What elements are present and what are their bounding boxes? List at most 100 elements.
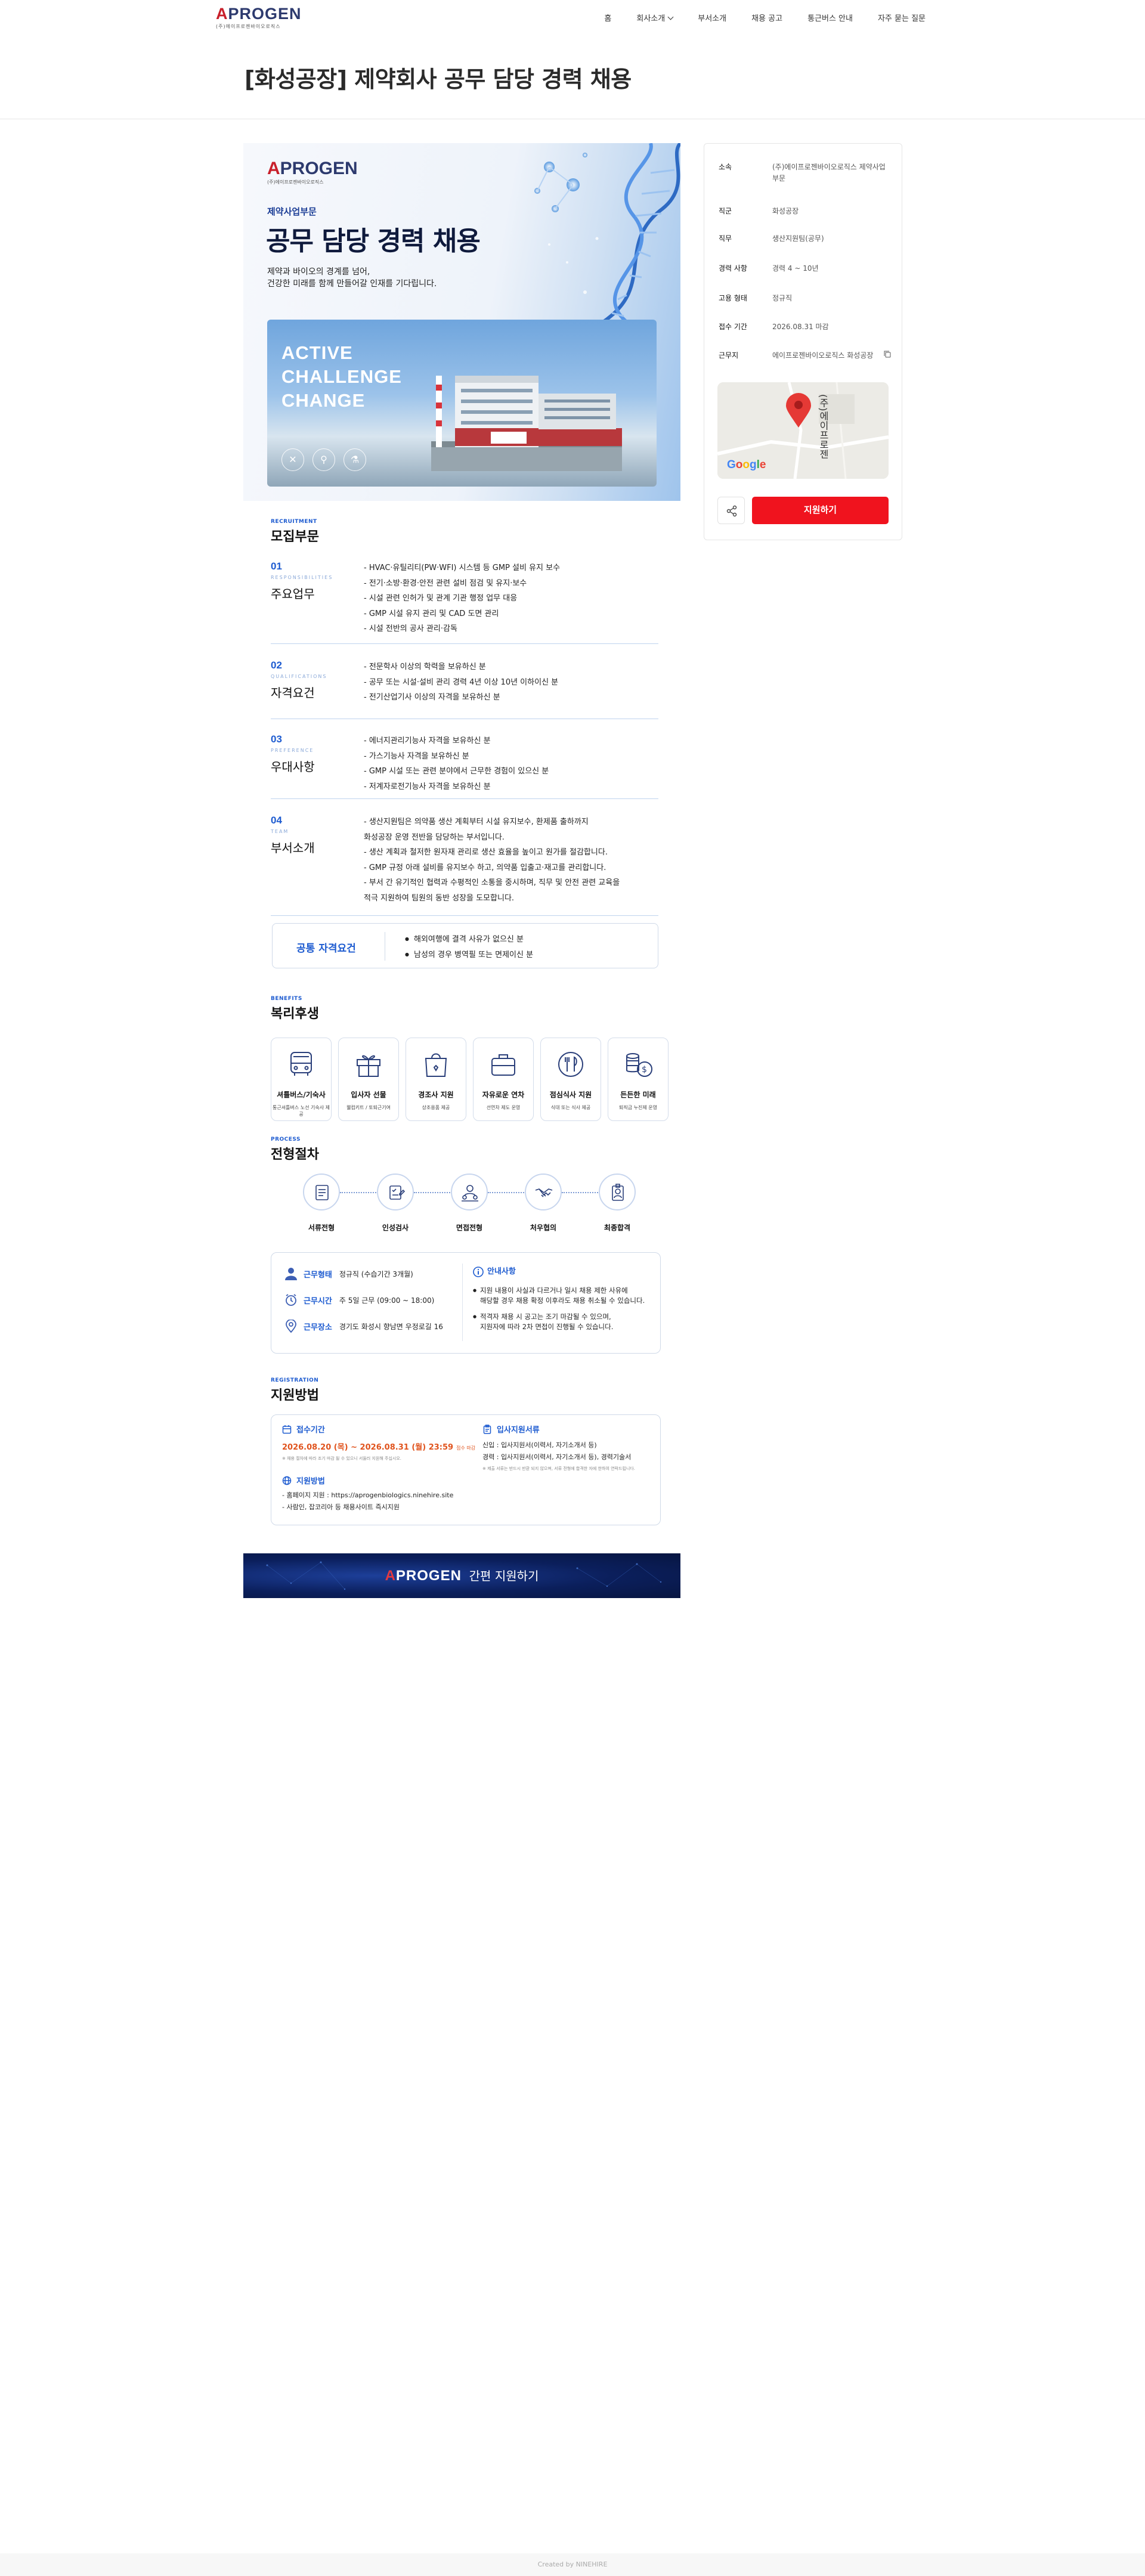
step-label: 서류전형 bbox=[308, 1224, 335, 1232]
calendar-icon bbox=[282, 1425, 292, 1433]
map-pin-label: (주)에이프로젠 bbox=[818, 394, 829, 459]
nav-faq[interactable]: 자주 묻는 질문 bbox=[878, 12, 926, 23]
factory-photo: ACTIVE CHALLENGE CHANGE ✕ ⚲ ⚗ bbox=[267, 320, 657, 487]
google-logo: Google bbox=[727, 459, 766, 471]
list-item: 화성공장 운영 전반을 담당하는 부서입니다. bbox=[364, 832, 505, 842]
hero-logo-subtitle: (주)에이프로젠바이오로직스 bbox=[267, 179, 324, 185]
documents-block: 입사지원서류 신입 : 입사지원서(이력서, 자기소개서 등) 경력 : 입사지… bbox=[482, 1423, 655, 1472]
period-tiny-note: ※ 채용 절차에 따라 조기 마감 될 수 있으니 서둘러 지원해 주십시오. bbox=[282, 1456, 402, 1461]
location-map[interactable]: (주)에이프로젠 Google bbox=[717, 382, 889, 479]
section-title: 지원방법 bbox=[271, 1388, 319, 1403]
section-title: 모집부문 bbox=[271, 530, 319, 544]
gift-bag-icon bbox=[425, 1053, 447, 1077]
svg-text:$: $ bbox=[642, 1065, 647, 1075]
block-number: 04 bbox=[271, 815, 282, 826]
info-value: 경력 4 ~ 10년 bbox=[772, 264, 819, 273]
copy-icon[interactable] bbox=[883, 350, 892, 358]
documents-tiny-note: ※ 제출 서류는 반드시 반환 되지 않으며, 서류 전형에 합격한 자에 한하… bbox=[482, 1466, 635, 1471]
banner-brand: APROGEN bbox=[385, 1568, 462, 1584]
hero-section: APROGEN (주)에이프로젠바이오로직스 제약사업부문 공무 담당 경력 채… bbox=[243, 143, 680, 501]
benefit-subtitle: 상조용품 제공 bbox=[422, 1105, 450, 1110]
chevron-down-icon[interactable] bbox=[667, 14, 674, 20]
documents-label: 입사지원서류 bbox=[497, 1426, 540, 1435]
benefit-title: 든든한 미래 bbox=[620, 1091, 656, 1099]
nav-home[interactable]: 홈 bbox=[604, 12, 611, 23]
info-value: 생산지원팀(공무) bbox=[772, 234, 824, 243]
step-circle bbox=[303, 1174, 340, 1210]
section-tag: PROCESS bbox=[271, 1137, 301, 1143]
block-number: 02 bbox=[271, 660, 282, 671]
step-circle bbox=[451, 1174, 488, 1210]
map-pin-icon bbox=[786, 393, 811, 428]
company-logo[interactable]: APROGEN (주)에이프로젠바이오로직스 bbox=[216, 5, 302, 30]
benefit-card: 셔틀버스/기숙사 통근셔틀버스 노선 기숙사 제공 bbox=[271, 1038, 332, 1121]
main-nav: 홈 회사소개 부서소개 채용 공고 통근버스 안내 자주 묻는 질문 bbox=[604, 12, 926, 23]
benefit-subtitle: 통근셔틀버스 노선 기숙사 제공 bbox=[273, 1105, 330, 1117]
nav-jobs[interactable]: 채용 공고 bbox=[751, 12, 782, 23]
globe-icon bbox=[282, 1476, 292, 1485]
method-heading: 지원방법 bbox=[282, 1475, 479, 1486]
molecule-icon: ✕ bbox=[281, 448, 304, 471]
info-icon bbox=[473, 1266, 484, 1277]
application-section: REGISTRATION 지원방법 접수기간 2026.08.20 (목) ~ … bbox=[271, 1377, 664, 1525]
info-value: 정규직 bbox=[772, 294, 793, 302]
info-value: 화성공장 bbox=[772, 207, 799, 215]
process-section: PROCESS 전형절차 서류전형 인성검사 면접전형 처우협의 최종합격 bbox=[271, 1137, 664, 1232]
hero-desc-line2: 건강한 미래를 함께 만들어갈 인재를 기다립니다. bbox=[267, 279, 437, 289]
briefcase-icon bbox=[491, 1054, 515, 1076]
step-label: 처우협의 bbox=[530, 1224, 557, 1232]
period-dates: 2026.08.20 (목) ~ 2026.08.31 (월) 23:59 bbox=[282, 1443, 454, 1452]
job-info-list: 소속 (주)에이프로젠바이오로직스 제약사업부문 직군 화성공장 직무 생산지원… bbox=[719, 162, 892, 380]
slogan-icons: ✕ ⚲ ⚗ bbox=[281, 448, 366, 471]
handshake-icon bbox=[535, 1188, 553, 1197]
nav-company[interactable]: 회사소개 bbox=[636, 14, 665, 23]
step-label: 최종합격 bbox=[604, 1224, 631, 1232]
info-key: 직군 bbox=[719, 207, 732, 215]
page-title: [화성공장] 제약회사 공무 담당 경력 채용 bbox=[245, 66, 632, 92]
step-label: 면접전형 bbox=[456, 1224, 483, 1232]
alarm-clock-icon bbox=[286, 1294, 296, 1306]
survey-icon bbox=[389, 1185, 406, 1200]
share-button[interactable] bbox=[717, 497, 745, 524]
document-icon bbox=[315, 1185, 329, 1200]
title-bar: [화성공장] 제약회사 공무 담당 경력 채용 bbox=[0, 37, 1145, 119]
condition-value: 경기도 화성시 향남면 우정로길 16 bbox=[339, 1322, 443, 1331]
share-icon bbox=[726, 505, 737, 517]
info-row: 직무 생산지원팀(공무) bbox=[719, 233, 892, 263]
block-list: - 생산지원팀은 의약품 생산 계획부터 시설 유지보수, 환제품 출하까지 화… bbox=[364, 815, 620, 906]
info-row: 근무지 에이프로젠바이오로직스 화성공장 bbox=[719, 350, 892, 380]
method-line[interactable]: - 홈페이지 지원 : https://aprogenbiologics.nin… bbox=[282, 1490, 479, 1501]
apply-button[interactable]: 지원하기 bbox=[752, 497, 889, 524]
list-item: - GMP 규정 아래 설비를 유지보수 하고, 의약품 입출고·재고를 관리합… bbox=[364, 863, 606, 872]
divider bbox=[462, 1264, 463, 1341]
hero-headline: 공무 담당 경력 채용 bbox=[266, 226, 481, 256]
application-box: 접수기간 2026.08.20 (목) ~ 2026.08.31 (월) 23:… bbox=[271, 1414, 661, 1525]
quick-apply-banner[interactable]: APROGEN 간편 지원하기 bbox=[243, 1553, 680, 1598]
notice-list: 지원 내용이 사실과 다르거나 일시 채용 제한 사유에 해당할 경우 채용 확… bbox=[473, 1286, 652, 1332]
step-label: 인성검사 bbox=[382, 1224, 409, 1232]
banner-text: APROGEN 간편 지원하기 bbox=[243, 1553, 680, 1598]
process-step: 최종합격 bbox=[584, 1174, 650, 1233]
condition-row: 근무형태 정규직 (수습기간 3개월) bbox=[284, 1267, 413, 1280]
top-navigation-bar: APROGEN (주)에이프로젠바이오로직스 홈 회사소개 부서소개 채용 공고… bbox=[0, 0, 1145, 37]
period-line: 2026.08.20 (목) ~ 2026.08.31 (월) 23:59 접수… bbox=[282, 1441, 479, 1452]
person-icon bbox=[285, 1268, 297, 1280]
hero-logo-brand: APROGEN bbox=[267, 159, 358, 178]
nav-shuttle[interactable]: 통근버스 안내 bbox=[807, 12, 853, 23]
process-steps: 서류전형 인성검사 면접전형 처우협의 최종합격 bbox=[289, 1174, 646, 1239]
banner-label: 간편 지원하기 bbox=[469, 1569, 539, 1583]
list-item: 지원 내용이 사실과 다르거나 일시 채용 제한 사유에 해당할 경우 채용 확… bbox=[473, 1286, 652, 1306]
benefits-section: BENEFITS 복리후생 셔틀버스/기숙사 통근셔틀버스 노선 기숙사 제공 … bbox=[271, 996, 669, 1121]
info-row: 접수 기간 2026.08.31 마감 bbox=[719, 321, 892, 350]
job-summary-card: 소속 (주)에이프로젠바이오로직스 제약사업부문 직군 화성공장 직무 생산지원… bbox=[704, 143, 902, 540]
list-item: 적격자 채용 시 공고는 조기 마감될 수 있으며, 지원자에 따라 2차 면접… bbox=[473, 1312, 652, 1332]
block-title: 자격요건 bbox=[271, 686, 315, 700]
nav-departments[interactable]: 부서소개 bbox=[698, 12, 726, 23]
list-item: - 전기산업기사 이상의 자격을 보유하신 분 bbox=[364, 693, 500, 702]
common-requirements-label: 공통 자격요건 bbox=[296, 943, 356, 955]
notice-title-text: 안내사항 bbox=[487, 1267, 516, 1276]
benefit-card: 입사자 선물 웰컴키트 / 토퇴근기여 bbox=[338, 1038, 399, 1121]
list-item: - 시설 전반의 공사 관리·감독 bbox=[364, 624, 457, 633]
list-item: 적극 지원하여 팀원의 동반 성장을 도모합니다. bbox=[364, 893, 515, 903]
method-block: 지원방법 - 홈페이지 지원 : https://aprogenbiologic… bbox=[282, 1475, 479, 1513]
